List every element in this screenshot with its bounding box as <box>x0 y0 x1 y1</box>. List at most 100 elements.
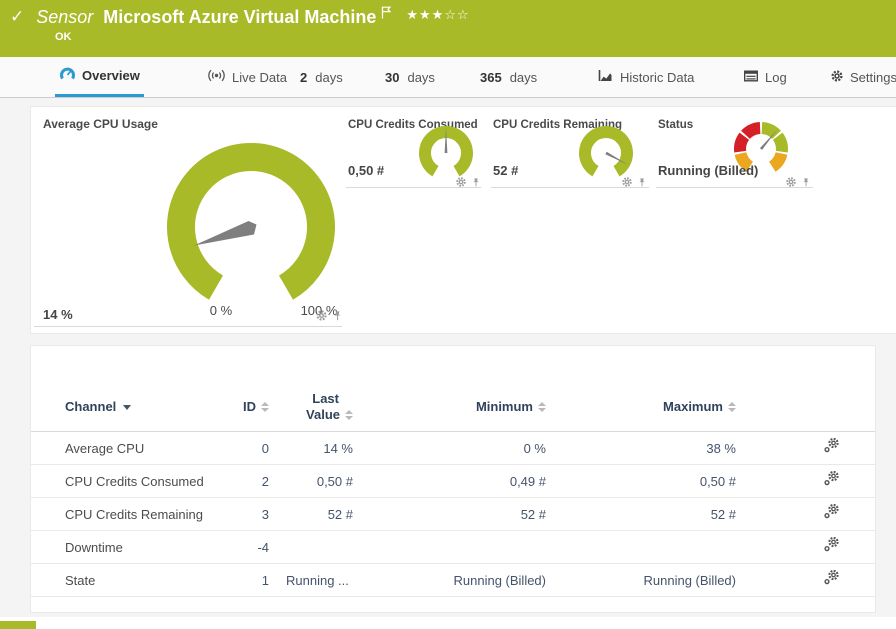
maximum-value <box>546 531 736 563</box>
maximum-value: Running (Billed) <box>546 564 736 596</box>
tab-number: 2 <box>300 70 307 85</box>
tab-label: Overview <box>82 68 140 83</box>
table-row: CPU Credits Remaining 3 52 # 52 # 52 # <box>31 498 875 531</box>
panel-title: Average CPU Usage <box>43 117 158 131</box>
last-value <box>269 531 353 563</box>
column-header-minimum[interactable]: Minimum <box>353 391 546 423</box>
column-header-id[interactable]: ID <box>235 391 269 423</box>
maximum-value: 0,50 # <box>546 465 736 497</box>
panel-value: 0,50 # <box>348 163 384 178</box>
footer-bar <box>0 621 36 629</box>
channel-table-card: Channel ID Last Value Minimum Maximum Av… <box>30 345 876 613</box>
minimum-value: 52 # <box>353 498 546 530</box>
gauge-needle <box>194 221 257 246</box>
gear-icon <box>830 69 844 86</box>
tab-label: days <box>315 70 342 85</box>
column-header-last-value[interactable]: Last Value <box>269 391 353 423</box>
channel-id: 3 <box>235 498 269 530</box>
panel-gear-icon[interactable] <box>455 175 467 193</box>
table-row: Average CPU 0 14 % 0 % 38 % <box>31 432 875 465</box>
sensor-header: ✓ Sensor Microsoft Azure Virtual Machine… <box>0 0 896 57</box>
panel-gear-icon[interactable] <box>315 309 328 327</box>
object-kind-label: Sensor <box>36 5 93 29</box>
channel-name[interactable]: Downtime <box>31 531 235 563</box>
panel-value: Running (Billed) <box>658 163 758 178</box>
panel-pin-icon[interactable] <box>637 175 647 193</box>
panel-value: 14 % <box>43 307 73 322</box>
minimum-value: 0,49 # <box>353 465 546 497</box>
tab-overview[interactable]: Overview <box>55 57 144 97</box>
column-header-maximum[interactable]: Maximum <box>546 391 736 423</box>
tab-label: days <box>510 70 537 85</box>
channel-settings-icon[interactable] <box>824 564 840 596</box>
channel-id: 1 <box>235 564 269 596</box>
channel-settings-icon[interactable] <box>824 531 840 563</box>
sensor-status-text: OK <box>55 31 72 43</box>
channel-id: -4 <box>235 531 269 563</box>
priority-flag-icon[interactable] <box>381 6 392 24</box>
maximum-value: 52 # <box>546 498 736 530</box>
tab-2-days[interactable]: 2 days <box>296 57 347 97</box>
channel-name[interactable]: CPU Credits Consumed <box>31 465 235 497</box>
channel-id: 2 <box>235 465 269 497</box>
tab-bar: Overview Live Data 2 days 30 days 365 da… <box>0 57 896 98</box>
gauge-icon <box>59 66 76 85</box>
last-value: 14 % <box>269 432 353 464</box>
tab-number: 30 <box>385 70 399 85</box>
table-row: CPU Credits Consumed 2 0,50 # 0,49 # 0,5… <box>31 465 875 498</box>
gauge-scale-min: 0 % <box>196 303 246 318</box>
tab-365-days[interactable]: 365 days <box>476 57 541 97</box>
tab-log[interactable]: Log <box>739 57 791 97</box>
tab-number: 365 <box>480 70 502 85</box>
log-list-icon <box>743 69 759 86</box>
minimum-value <box>353 531 546 563</box>
table-header-row: Channel ID Last Value Minimum Maximum <box>31 391 875 432</box>
channel-settings-icon[interactable] <box>824 498 840 530</box>
table-row: Downtime -4 <box>31 531 875 564</box>
minimum-value: 0 % <box>353 432 546 464</box>
tab-30-days[interactable]: 30 days <box>381 57 439 97</box>
sort-icon <box>538 402 546 412</box>
sort-descending-icon <box>123 405 131 410</box>
tab-label: Historic Data <box>620 70 694 85</box>
last-value: Running ... <box>269 564 353 596</box>
tab-label: Settings <box>850 70 896 85</box>
channel-id: 0 <box>235 432 269 464</box>
channel-name[interactable]: Average CPU <box>31 432 235 464</box>
panel-title: Status <box>658 119 693 131</box>
tab-historic-data[interactable]: Historic Data <box>593 57 698 97</box>
priority-stars[interactable]: ★★★☆☆ <box>406 7 469 23</box>
status-check-icon: ✓ <box>10 5 24 29</box>
average-cpu-gauge <box>156 132 346 322</box>
sort-icon <box>728 402 736 412</box>
maximum-value: 38 % <box>546 432 736 464</box>
panel-pin-icon[interactable] <box>801 175 811 193</box>
table-row: State 1 Running ... Running (Billed) Run… <box>31 564 875 597</box>
panel-gear-icon[interactable] <box>785 175 797 193</box>
tab-settings[interactable]: Settings <box>826 57 896 97</box>
stars-empty: ☆☆ <box>444 7 469 22</box>
tab-label: days <box>407 70 434 85</box>
column-header-channel[interactable]: Channel <box>31 391 235 423</box>
channel-name[interactable]: State <box>31 564 235 596</box>
sort-icon <box>345 410 353 420</box>
page-title: Microsoft Azure Virtual Machine <box>103 5 376 29</box>
area-chart-icon <box>597 68 614 86</box>
channel-name[interactable]: CPU Credits Remaining <box>31 498 235 530</box>
minimum-value: Running (Billed) <box>353 564 546 596</box>
last-value: 0,50 # <box>269 465 353 497</box>
tab-label: Log <box>765 70 787 85</box>
channel-settings-icon[interactable] <box>824 432 840 464</box>
channel-settings-icon[interactable] <box>824 465 840 497</box>
stars-filled: ★★★ <box>406 7 444 22</box>
last-value: 52 # <box>269 498 353 530</box>
tab-label: Live Data <box>232 70 287 85</box>
tab-live-data[interactable]: Live Data <box>203 57 291 97</box>
panel-pin-icon[interactable] <box>332 309 343 327</box>
panel-gear-icon[interactable] <box>621 175 633 193</box>
panel-pin-icon[interactable] <box>471 175 481 193</box>
gauges-card: Average CPU Usage 0 % 100 % 14 % CPU Cre… <box>30 106 896 334</box>
live-data-icon <box>207 68 226 86</box>
sort-icon <box>261 402 269 412</box>
panel-value: 52 # <box>493 163 518 178</box>
